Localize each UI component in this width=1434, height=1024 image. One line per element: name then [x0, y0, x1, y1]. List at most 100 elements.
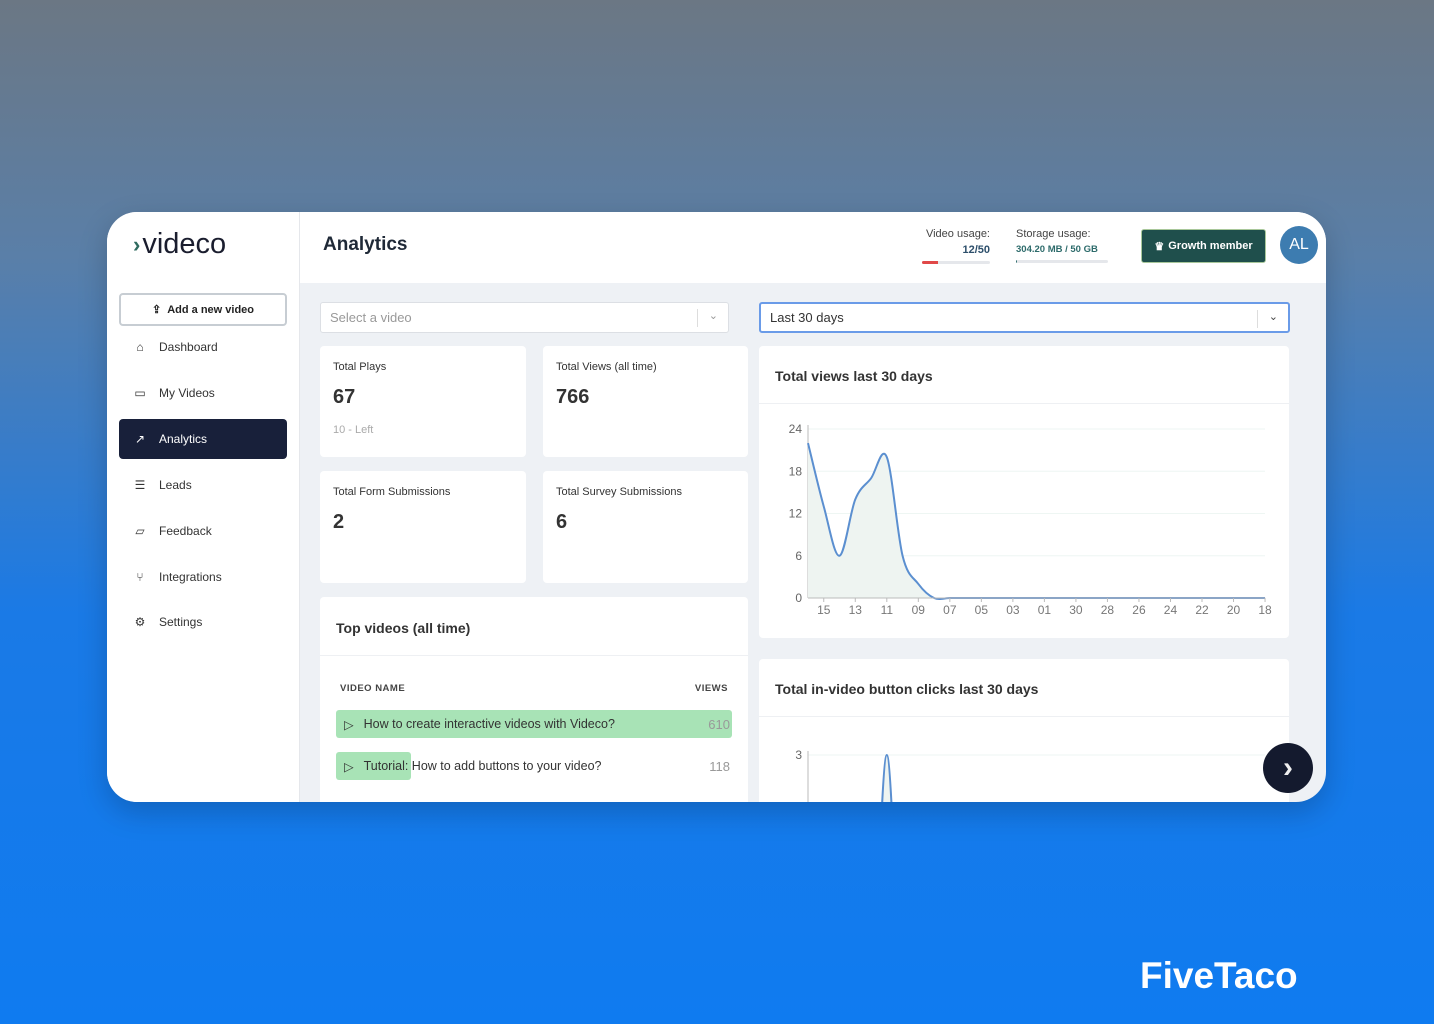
video-usage-label: Video usage: — [925, 228, 990, 240]
stat-title: Total Plays — [333, 361, 387, 373]
video-name: How to create interactive videos with Vi… — [363, 717, 615, 731]
top-videos-title: Top videos (all time) — [336, 620, 471, 636]
storage-label: Storage usage: — [1016, 228, 1091, 240]
video-usage: Video usage: 12/50 — [922, 228, 990, 264]
x-tick-label: 03 — [1006, 603, 1020, 617]
sidebar-item-label: Settings — [159, 615, 203, 629]
y-tick-label: 3 — [795, 748, 802, 762]
database-icon: ☰ — [134, 478, 146, 492]
sidebar-item-label: Leads — [159, 478, 192, 492]
top-videos-card: Top videos (all time) VIDEO NAME VIEWS ▷… — [320, 597, 748, 802]
x-tick-label: 30 — [1069, 603, 1083, 617]
x-tick-label: 26 — [1132, 603, 1146, 617]
add-video-button[interactable]: ⇪ Add a new video — [119, 293, 287, 326]
date-range-value: Last 30 days — [770, 310, 844, 325]
date-range-dropdown[interactable]: Last 30 days ⌄ — [759, 302, 1290, 333]
logo[interactable]: › videco — [133, 228, 226, 261]
select-video-dropdown[interactable]: Select a video ⌄ — [320, 302, 729, 333]
sidebar-item-label: Feedback — [159, 524, 212, 538]
sidebar-item-label: My Videos — [159, 386, 215, 400]
branch-icon: ⑂ — [136, 570, 144, 584]
stat-sub: 10 - Left — [333, 424, 374, 436]
videco-arrow-icon: › — [1283, 751, 1293, 784]
video-usage-value: 12/50 — [962, 244, 990, 256]
gear-icon: ⚙ — [134, 615, 146, 629]
crown-icon: ♛ — [1154, 240, 1165, 253]
sidebar-item-settings[interactable]: ⚙ Settings — [119, 602, 287, 642]
sidebar-item-analytics[interactable]: ↗ Analytics — [119, 419, 287, 459]
x-tick-label: 07 — [943, 603, 957, 617]
chevron-down-icon: ⌄ — [1268, 311, 1278, 323]
y-tick-label: 0 — [795, 591, 802, 605]
x-tick-label: 09 — [912, 603, 926, 617]
series-area — [882, 755, 892, 802]
stat-card-form-submissions: Total Form Submissions 2 — [320, 471, 526, 583]
play-icon: ▷ — [344, 717, 354, 732]
message-icon: ▱ — [135, 524, 145, 538]
storage-value: 304.20 MB / 50 GB — [1016, 244, 1098, 255]
sidebar-item-label: Integrations — [159, 570, 222, 584]
stat-title: Total Views (all time) — [556, 361, 657, 373]
y-tick-label: 18 — [789, 464, 803, 478]
video-icon: ▭ — [134, 386, 146, 400]
stat-value: 6 — [556, 511, 568, 533]
x-tick-label: 22 — [1195, 603, 1209, 617]
x-tick-label: 28 — [1101, 603, 1115, 617]
sidebar-item-label: Analytics — [159, 432, 208, 446]
clicks-chart: 2.253 — [795, 748, 1265, 802]
video-name: Tutorial: How to add buttons to your vid… — [363, 759, 602, 773]
x-tick-label: 18 — [1258, 603, 1272, 617]
avatar[interactable]: AL — [1280, 226, 1318, 264]
x-tick-label: 05 — [975, 603, 989, 617]
help-launcher-button[interactable]: › — [1263, 743, 1313, 793]
app-window: › videco ⇪ Add a new video ⌂ Dashboard ▭ My V… — [107, 212, 1326, 802]
stat-title: Total Form Submissions — [333, 486, 451, 498]
storage-bar — [1016, 260, 1108, 263]
header: Analytics Video usage: 12/50 Storage usa… — [300, 212, 1326, 283]
stat-value: 67 — [333, 386, 356, 408]
col-views: VIEWS — [694, 683, 728, 694]
x-tick-label: 20 — [1227, 603, 1241, 617]
series-line — [881, 753, 893, 802]
play-icon: ▷ — [344, 759, 354, 774]
table-row[interactable]: ▷ Tutorial: How to add buttons to your vi… — [336, 752, 732, 780]
watermark-logo: FiveTaco — [1140, 955, 1298, 996]
views-chart-card: Total views last 30 days 0 6 12 18 24 15 13 11 0… — [759, 346, 1289, 638]
x-tick-label: 13 — [849, 603, 863, 617]
sidebar-item-label: Dashboard — [159, 340, 218, 354]
views-chart: 0 6 12 18 24 15 13 11 09 07 05 03 01 30 28 26 24 22 20 18 — [789, 422, 1272, 617]
plan-label: Growth member — [1168, 240, 1253, 252]
y-tick-label: 6 — [795, 549, 802, 563]
x-tick-label: 24 — [1164, 603, 1178, 617]
table-row[interactable]: ▷ How to create interactive videos with V… — [336, 710, 732, 738]
video-usage-bar — [922, 261, 990, 264]
stat-title: Total Survey Submissions — [556, 486, 682, 498]
video-views: 610 — [708, 717, 730, 732]
sidebar-item-my-videos[interactable]: ▭ My Videos — [119, 373, 287, 413]
growth-member-button[interactable]: ♛ Growth member — [1141, 229, 1266, 263]
trending-icon: ↗ — [134, 432, 146, 446]
home-icon: ⌂ — [136, 340, 144, 354]
stat-card-survey-submissions: Total Survey Submissions 6 — [543, 471, 748, 583]
stat-value: 2 — [333, 511, 345, 533]
x-tick-label: 01 — [1038, 603, 1052, 617]
stat-value: 766 — [556, 386, 590, 408]
add-video-label: Add a new video — [167, 303, 254, 316]
sidebar-item-dashboard[interactable]: ⌂ Dashboard — [119, 327, 287, 367]
stat-card-total-views: Total Views (all time) 766 — [543, 346, 748, 457]
sidebar: › videco ⇪ Add a new video ⌂ Dashboard ▭ My V… — [107, 212, 300, 802]
logo-arrow-icon: › — [133, 231, 141, 257]
video-views: 118 — [709, 759, 730, 774]
upload-icon: ⇪ — [151, 304, 162, 316]
sidebar-item-integrations[interactable]: ⑂ Integrations — [119, 557, 287, 597]
x-tick-label: 15 — [817, 603, 831, 617]
select-video-placeholder: Select a video — [330, 310, 412, 325]
x-tick-label: 11 — [881, 603, 894, 617]
y-tick-label: 12 — [789, 507, 803, 521]
logo-text: videco — [142, 228, 227, 260]
sidebar-item-feedback[interactable]: ▱ Feedback — [119, 511, 287, 551]
sidebar-item-leads[interactable]: ☰ Leads — [119, 465, 287, 505]
page-title: Analytics — [323, 234, 408, 255]
stat-card-total-plays: Total Plays 67 10 - Left — [320, 346, 526, 457]
col-video-name: VIDEO NAME — [340, 683, 406, 694]
